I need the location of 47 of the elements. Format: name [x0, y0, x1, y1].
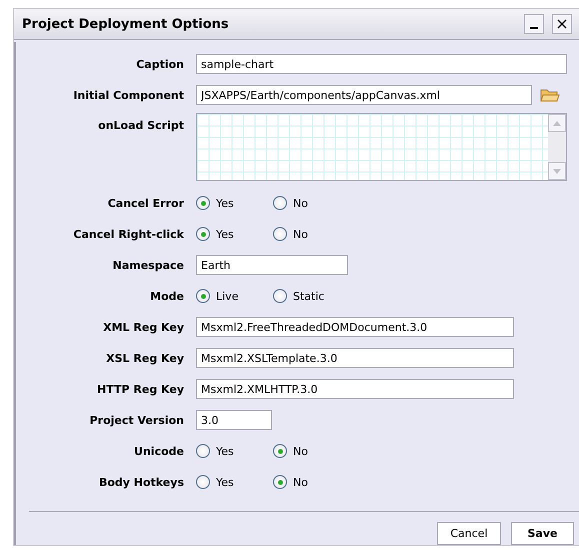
radio-label: No [293, 228, 308, 240]
minimize-icon [530, 27, 538, 29]
radio-label: Yes [216, 196, 234, 210]
radio-label: Live [216, 290, 238, 302]
radio-button[interactable] [196, 289, 210, 303]
radio-button[interactable] [196, 475, 210, 489]
text-field[interactable]: Msxml2.FreeThreadedDOMDocument.3.0 [196, 317, 514, 337]
radio-label: No [293, 196, 308, 210]
radio-button[interactable] [196, 444, 210, 458]
field-label: Project Version [88, 414, 185, 426]
radio-button[interactable] [273, 227, 287, 241]
field-label: Unicode [133, 444, 185, 458]
cancel-button[interactable]: Cancel [437, 522, 501, 545]
field-label: Namespace [112, 258, 185, 272]
close-button[interactable] [552, 14, 572, 34]
radio-label: Yes [216, 444, 234, 458]
field-label: Cancel Error [106, 196, 185, 210]
radio-button[interactable] [196, 227, 210, 241]
save-button[interactable]: Save [511, 522, 574, 545]
text-field[interactable]: Msxml2.XSLTemplate.3.0 [196, 348, 514, 368]
radio-label: Yes [216, 476, 234, 488]
field-label: Body Hotkeys [98, 476, 185, 488]
field-label: XSL Reg Key [105, 352, 185, 364]
radio-button[interactable] [273, 196, 287, 210]
field-label: Cancel Right-click [72, 228, 185, 240]
field-label: Mode [149, 290, 185, 302]
window-title: Project Deployment Options [22, 16, 230, 32]
field-label: Caption [135, 58, 185, 70]
radio-button[interactable] [273, 475, 287, 489]
close-icon [557, 19, 567, 29]
field-label: XML Reg Key [102, 320, 185, 334]
folder-icon[interactable] [540, 87, 560, 103]
radio-button[interactable] [273, 444, 287, 458]
field-label: HTTP Reg Key [96, 382, 185, 396]
text-field[interactable]: Msxml2.XMLHTTP.3.0 [196, 379, 514, 399]
text-field[interactable]: 3.0 [196, 410, 272, 430]
radio-button[interactable] [196, 196, 210, 210]
radio-label: Static [293, 290, 324, 302]
field-label: Initial Component [72, 88, 185, 102]
field-label: onLoad Script [97, 118, 185, 132]
text-field[interactable]: sample-chart [196, 54, 567, 74]
radio-label: No [293, 476, 308, 488]
radio-label: No [293, 444, 308, 458]
text-field[interactable]: Earth [196, 255, 348, 275]
radio-button[interactable] [273, 289, 287, 303]
radio-label: Yes [216, 228, 234, 240]
minimize-button[interactable] [524, 14, 544, 34]
